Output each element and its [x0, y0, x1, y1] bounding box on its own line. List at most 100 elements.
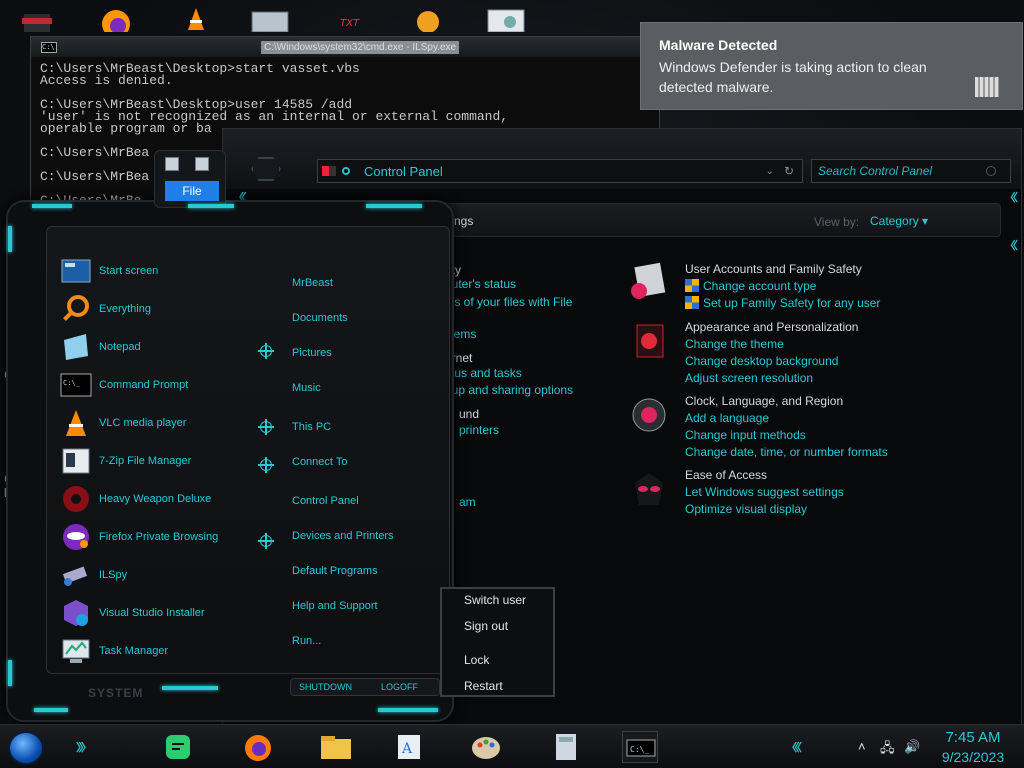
sign-out-item[interactable]: Sign out: [464, 619, 508, 633]
category-link[interactable]: oup and sharing options: [445, 383, 573, 397]
category-link-label: Change desktop background: [685, 354, 839, 368]
taskbar-command-prompt-button[interactable]: C:\_: [622, 731, 658, 763]
pin-icon[interactable]: [258, 533, 274, 549]
monitor-icon[interactable]: [250, 4, 290, 32]
taskbar-notes-app-icon[interactable]: [160, 731, 196, 763]
start-menu-app[interactable]: VLC media player: [60, 406, 186, 440]
category-link[interactable]: Change desktop background: [685, 353, 1005, 370]
network-icon[interactable]: 🖧: [880, 739, 895, 761]
appearance-icon[interactable]: [627, 319, 671, 363]
pin-icon[interactable]: [258, 419, 274, 435]
cmd-titlebar[interactable]: C:\ C:\Windows\system32\cmd.exe - ILSpy.…: [31, 37, 659, 57]
firefox-icon[interactable]: [94, 4, 134, 32]
taskbar-calculator-icon[interactable]: [548, 731, 584, 763]
clock-time[interactable]: 7:45 AM: [930, 729, 1016, 746]
pin-icon[interactable]: [258, 343, 274, 359]
user-accounts-icon[interactable]: [627, 261, 671, 305]
search-input[interactable]: [812, 164, 982, 178]
category-link[interactable]: Optimize visual display: [685, 501, 1005, 518]
search-icon[interactable]: [986, 166, 996, 176]
search-box[interactable]: [811, 159, 1011, 183]
category-title[interactable]: Ease of Access: [685, 467, 1005, 484]
malware-notification-toast[interactable]: Malware Detected Windows Defender is tak…: [640, 22, 1023, 110]
category-link[interactable]: Let Windows suggest settings: [685, 484, 1005, 501]
screenshot-mini-icon[interactable]: [165, 157, 179, 171]
category-link[interactable]: printers: [459, 423, 499, 437]
control-panel-toolbar: Control Panel ⌄ ↻: [223, 129, 1021, 189]
start-menu-app[interactable]: Heavy Weapon Deluxe: [60, 482, 211, 516]
switch-user-item[interactable]: Switch user: [464, 593, 526, 607]
category-link[interactable]: tus and tasks: [451, 366, 522, 380]
view-by-dropdown[interactable]: Category ▾: [870, 214, 928, 228]
start-menu-place[interactable]: Control Panel: [292, 495, 359, 507]
start-menu-app[interactable]: Task Manager: [60, 634, 168, 668]
category-link[interactable]: Add a language: [685, 410, 1005, 427]
restart-item[interactable]: Restart: [464, 679, 503, 693]
start-menu-place[interactable]: Help and Support: [292, 600, 378, 612]
power-options-menu[interactable]: Switch user Sign out Lock Restart: [440, 587, 555, 697]
start-menu-app[interactable]: Everything: [60, 292, 151, 326]
desktop-shortcut-icon[interactable]: [18, 4, 58, 32]
category-link[interactable]: ies of your files with File: [445, 295, 572, 309]
clock-language-icon[interactable]: [627, 393, 671, 437]
start-menu-place[interactable]: This PC: [292, 421, 331, 433]
pin-icon[interactable]: [258, 457, 274, 473]
start-menu[interactable]: File Start screen Everything Notepad C:\_ Co…: [6, 150, 454, 722]
shutdown-button[interactable]: SHUTDOWN: [299, 682, 352, 692]
address-bar[interactable]: Control Panel ⌄ ↻: [317, 159, 803, 183]
start-menu-app[interactable]: ILSpy: [60, 558, 127, 592]
start-menu-place[interactable]: Run...: [292, 635, 321, 647]
lock-item[interactable]: Lock: [464, 653, 489, 667]
save-mini-icon[interactable]: [195, 157, 209, 171]
start-menu-app[interactable]: Notepad: [60, 330, 141, 364]
start-menu-app-label: Command Prompt: [99, 379, 189, 391]
start-menu-place[interactable]: Documents: [292, 312, 348, 324]
logoff-button[interactable]: LOGOFF: [381, 682, 418, 692]
category-fragment: und: [459, 407, 479, 421]
vlc-icon[interactable]: [176, 4, 216, 32]
category-title[interactable]: Appearance and Personalization: [685, 319, 1005, 336]
taskbar-paint-icon[interactable]: [468, 731, 504, 763]
start-orb-button[interactable]: [8, 731, 44, 765]
start-menu-app[interactable]: Visual Studio Installer: [60, 596, 205, 630]
start-menu-app[interactable]: C:\_ Command Prompt: [60, 368, 188, 402]
refresh-icon[interactable]: ↻: [784, 164, 794, 178]
category-link[interactable]: Change input methods: [685, 427, 1005, 444]
start-menu-app[interactable]: Start screen: [60, 254, 158, 288]
taskbar-firefox-icon[interactable]: [240, 731, 276, 763]
category-link[interactable]: Change date, time, or number formats: [685, 444, 1005, 461]
category-link[interactable]: Change account type: [685, 278, 1005, 295]
category-link[interactable]: Adjust screen resolution: [685, 370, 1005, 387]
file-button[interactable]: File: [165, 181, 219, 201]
power-bar: SHUTDOWN LOGOFF: [290, 678, 440, 696]
start-menu-app-label: Notepad: [99, 341, 141, 353]
taskbar-file-explorer-icon[interactable]: [318, 731, 354, 763]
txt-file-icon[interactable]: TXT: [332, 4, 372, 32]
category-link[interactable]: Change the theme: [685, 336, 1005, 353]
taskbar-wordpad-icon[interactable]: A: [392, 731, 428, 763]
category-link[interactable]: am: [459, 495, 476, 509]
category-link[interactable]: Set up Family Safety for any user: [685, 295, 1005, 312]
back-forward-crest-icon[interactable]: [251, 157, 281, 181]
address-text[interactable]: Control Panel: [364, 164, 766, 179]
address-dropdown-icon[interactable]: ⌄: [766, 166, 774, 177]
start-menu-place[interactable]: Music: [292, 382, 321, 394]
show-hidden-icons-chevron[interactable]: ˄: [858, 739, 866, 754]
volume-icon[interactable]: 🔊: [904, 739, 920, 755]
ease-of-access-icon[interactable]: [627, 467, 671, 511]
start-menu-place[interactable]: Connect To: [292, 456, 347, 468]
category-link[interactable]: puter's status: [445, 277, 516, 291]
category-title[interactable]: Clock, Language, and Region: [685, 393, 1005, 410]
start-menu-place[interactable]: MrBeast: [292, 277, 333, 289]
start-menu-place[interactable]: Default Programs: [292, 565, 378, 577]
document-settings-icon[interactable]: [486, 4, 526, 32]
category-link[interactable]: lems: [451, 327, 476, 341]
user-profile-icon[interactable]: [410, 4, 450, 32]
start-menu-place[interactable]: Pictures: [292, 347, 332, 359]
start-menu-place[interactable]: Devices and Printers: [292, 530, 394, 542]
category-title[interactable]: User Accounts and Family Safety: [685, 261, 1005, 278]
start-menu-app[interactable]: Firefox Private Browsing: [60, 520, 218, 554]
start-menu-app[interactable]: 7-Zip File Manager: [60, 444, 191, 478]
accent-bar: [32, 204, 72, 208]
clock-date[interactable]: 9/23/2023: [930, 749, 1016, 765]
